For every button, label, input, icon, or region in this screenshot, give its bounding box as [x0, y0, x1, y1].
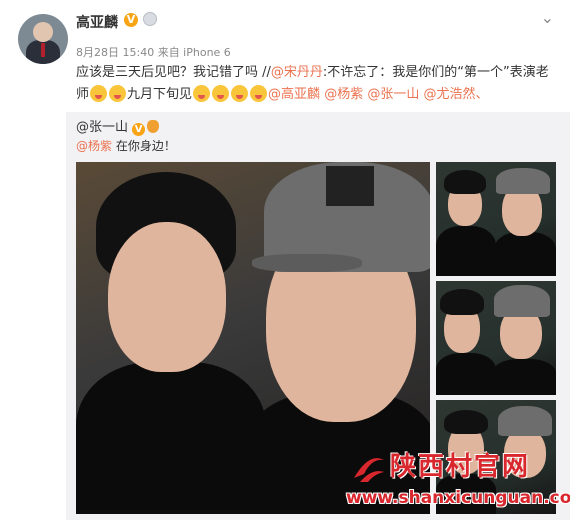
repost-header: @张一山 V: [76, 118, 160, 138]
avatar-face: [33, 22, 53, 42]
avatar-tie: [41, 43, 45, 57]
mention-yang[interactable]: @杨紫: [324, 87, 363, 102]
post-text-3: 九月下旬见: [127, 87, 193, 102]
medal-icon: [143, 12, 157, 26]
chevron-down-icon[interactable]: ⌄: [541, 8, 554, 27]
verified-badge-icon: V: [124, 13, 138, 27]
mention-zhang[interactable]: @张一山: [367, 87, 419, 102]
repost-mention[interactable]: @杨紫: [76, 139, 112, 153]
thumbnail-1[interactable]: [436, 162, 556, 276]
post-meta: 8月28日 15:40 来自 iPhone 6: [76, 46, 231, 59]
post-text-1: 应该是三天后见吧？我记错了吗 //: [76, 65, 271, 80]
watermark-url: www.shanxicunguan.com: [346, 488, 570, 508]
photo-cap-brim: [252, 254, 362, 272]
flame-icon: [147, 120, 160, 133]
avatar[interactable]: [18, 14, 68, 64]
watermark-title: 陕西村官网: [390, 452, 531, 482]
laughing-emoji-icon: [231, 85, 249, 102]
watermark: 陕西村官网 www.shanxicunguan.com: [344, 446, 570, 514]
laughing-emoji-icon: [193, 85, 211, 102]
thumb-shirt: [436, 353, 496, 395]
laughing-emoji-icon: [250, 85, 268, 102]
repost-author[interactable]: @张一山: [76, 120, 128, 135]
thumb-shirt: [436, 226, 496, 276]
thumb-shirt: [494, 232, 556, 276]
thumb-cap: [498, 406, 552, 436]
repost-body: 在你身边！: [115, 139, 176, 153]
thumbnail-2[interactable]: [436, 281, 556, 395]
thumb-cap: [496, 168, 550, 194]
thumb-shirt: [492, 359, 556, 395]
thumb-hair: [444, 410, 488, 434]
post-text-end: 、: [475, 87, 489, 102]
laughing-emoji-icon: [212, 85, 230, 102]
repost-text: @杨紫 在你身边！: [76, 136, 176, 156]
post-content: 应该是三天后见吧？我记错了吗 //@宋丹丹:不许忘了：我是你们的“第一个”表演老…: [76, 62, 556, 106]
thumb-hair: [444, 170, 486, 194]
username[interactable]: 高亚麟: [76, 12, 118, 32]
thumb-hair: [440, 289, 484, 315]
watermark-logo-icon: [354, 458, 384, 482]
laughing-emoji-icon: [109, 85, 127, 102]
photo-cap-badge: [326, 166, 374, 206]
photo-face-left: [108, 222, 226, 372]
mention-you[interactable]: @尤浩然: [424, 87, 476, 102]
verified-badge-icon: V: [132, 123, 146, 136]
photo-shirt-left: [76, 362, 266, 514]
weibo-post: 高亚麟 V ⌄ 8月28日 15:40 来自 iPhone 6 应该是三天后见吧…: [0, 0, 570, 520]
mention-song[interactable]: @宋丹丹: [271, 65, 323, 80]
mention-gao[interactable]: @高亚麟: [268, 87, 320, 102]
laughing-emoji-icon: [90, 85, 108, 102]
thumb-cap: [494, 285, 550, 317]
